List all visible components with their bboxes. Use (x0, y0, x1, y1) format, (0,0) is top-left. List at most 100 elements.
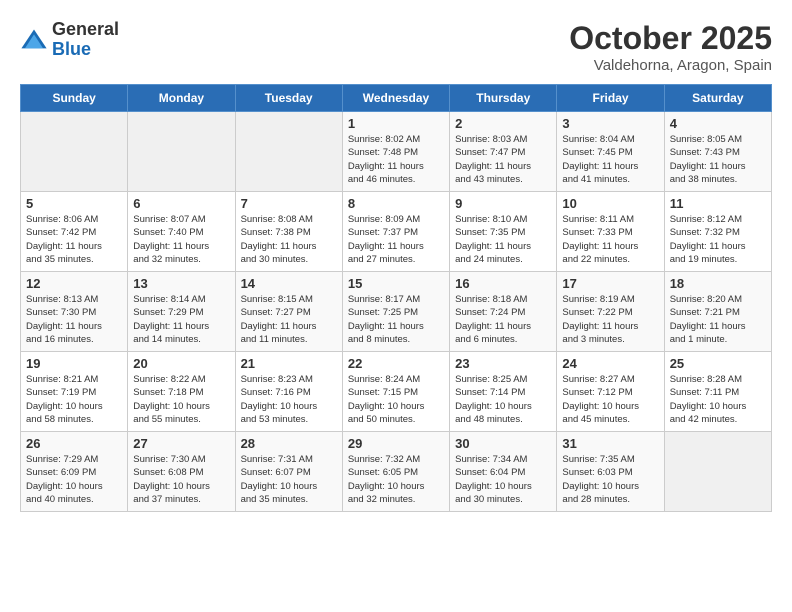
calendar-cell: 12 Sunrise: 8:13 AM Sunset: 7:30 PM Dayli… (21, 272, 128, 352)
day-number: 31 (562, 436, 658, 451)
day-number: 26 (26, 436, 122, 451)
day-info: Sunrise: 8:12 AM Sunset: 7:32 PM Dayligh… (670, 213, 766, 266)
page-header: General Blue October 2025 Valdehorna, Ar… (20, 20, 772, 74)
days-header-row: SundayMondayTuesdayWednesdayThursdayFrid… (21, 85, 772, 112)
calendar-cell: 27 Sunrise: 7:30 AM Sunset: 6:08 PM Dayli… (128, 432, 235, 512)
day-info: Sunrise: 8:20 AM Sunset: 7:21 PM Dayligh… (670, 293, 766, 346)
day-number: 25 (670, 356, 766, 371)
week-row-4: 19Sunrise: 8:21 AM Sunset: 7:19 PM Dayli… (21, 352, 772, 432)
day-info: Sunrise: 8:24 AM Sunset: 7:15 PM Dayligh… (348, 373, 444, 426)
logo-blue: Blue (52, 40, 119, 60)
day-number: 1 (348, 116, 444, 131)
day-number: 24 (562, 356, 658, 371)
calendar-table: SundayMondayTuesdayWednesdayThursdayFrid… (20, 84, 772, 512)
day-info: Sunrise: 7:29 AM Sunset: 6:09 PM Dayligh… (26, 453, 122, 506)
day-number: 11 (670, 196, 766, 211)
calendar-cell: 3 Sunrise: 8:04 AM Sunset: 7:45 PM Daylig… (557, 112, 664, 192)
day-info: Sunrise: 8:28 AM Sunset: 7:11 PM Dayligh… (670, 373, 766, 426)
day-info: Sunrise: 7:30 AM Sunset: 6:08 PM Dayligh… (133, 453, 229, 506)
day-info: Sunrise: 7:32 AM Sunset: 6:05 PM Dayligh… (348, 453, 444, 506)
calendar-cell: 20 Sunrise: 8:22 AM Sunset: 7:18 PM Dayli… (128, 352, 235, 432)
day-info: Sunrise: 8:04 AM Sunset: 7:45 PM Dayligh… (562, 133, 658, 186)
logo-text: General Blue (52, 20, 119, 60)
day-header-wednesday: Wednesday (342, 85, 449, 112)
day-header-saturday: Saturday (664, 85, 771, 112)
day-number: 15 (348, 276, 444, 291)
calendar-cell: 30Sunrise: 7:34 AM Sunset: 6:04 PM Dayli… (450, 432, 557, 512)
day-number: 5 (26, 196, 122, 211)
day-info: Sunrise: 8:15 AM Sunset: 7:27 PM Dayligh… (241, 293, 337, 346)
day-info: Sunrise: 8:13 AM Sunset: 7:30 PM Dayligh… (26, 293, 122, 346)
calendar-cell (664, 432, 771, 512)
day-number: 6 (133, 196, 229, 211)
day-number: 17 (562, 276, 658, 291)
day-number: 9 (455, 196, 551, 211)
calendar-cell (128, 112, 235, 192)
day-number: 12 (26, 276, 122, 291)
day-number: 20 (133, 356, 229, 371)
day-header-tuesday: Tuesday (235, 85, 342, 112)
calendar-cell: 19Sunrise: 8:21 AM Sunset: 7:19 PM Dayli… (21, 352, 128, 432)
day-header-friday: Friday (557, 85, 664, 112)
day-info: Sunrise: 8:25 AM Sunset: 7:14 PM Dayligh… (455, 373, 551, 426)
day-info: Sunrise: 7:35 AM Sunset: 6:03 PM Dayligh… (562, 453, 658, 506)
day-number: 16 (455, 276, 551, 291)
calendar-cell: 11 Sunrise: 8:12 AM Sunset: 7:32 PM Dayli… (664, 192, 771, 272)
day-info: Sunrise: 8:07 AM Sunset: 7:40 PM Dayligh… (133, 213, 229, 266)
day-info: Sunrise: 8:23 AM Sunset: 7:16 PM Dayligh… (241, 373, 337, 426)
calendar-cell: 28 Sunrise: 7:31 AM Sunset: 6:07 PM Dayli… (235, 432, 342, 512)
calendar-cell (235, 112, 342, 192)
day-number: 19 (26, 356, 122, 371)
day-number: 7 (241, 196, 337, 211)
day-header-monday: Monday (128, 85, 235, 112)
calendar-cell: 31 Sunrise: 7:35 AM Sunset: 6:03 PM Dayli… (557, 432, 664, 512)
day-info: Sunrise: 8:06 AM Sunset: 7:42 PM Dayligh… (26, 213, 122, 266)
calendar-cell: 8Sunrise: 8:09 AM Sunset: 7:37 PM Daylig… (342, 192, 449, 272)
calendar-cell: 7 Sunrise: 8:08 AM Sunset: 7:38 PM Daylig… (235, 192, 342, 272)
calendar-cell: 9 Sunrise: 8:10 AM Sunset: 7:35 PM Daylig… (450, 192, 557, 272)
calendar-cell: 5 Sunrise: 8:06 AM Sunset: 7:42 PM Daylig… (21, 192, 128, 272)
calendar-cell: 14 Sunrise: 8:15 AM Sunset: 7:27 PM Dayli… (235, 272, 342, 352)
week-row-5: 26 Sunrise: 7:29 AM Sunset: 6:09 PM Dayli… (21, 432, 772, 512)
calendar-cell: 26 Sunrise: 7:29 AM Sunset: 6:09 PM Dayli… (21, 432, 128, 512)
day-header-sunday: Sunday (21, 85, 128, 112)
day-number: 21 (241, 356, 337, 371)
day-number: 28 (241, 436, 337, 451)
calendar-cell: 25 Sunrise: 8:28 AM Sunset: 7:11 PM Dayli… (664, 352, 771, 432)
calendar-cell: 13Sunrise: 8:14 AM Sunset: 7:29 PM Dayli… (128, 272, 235, 352)
calendar-cell: 16Sunrise: 8:18 AM Sunset: 7:24 PM Dayli… (450, 272, 557, 352)
day-info: Sunrise: 8:17 AM Sunset: 7:25 PM Dayligh… (348, 293, 444, 346)
week-row-3: 12 Sunrise: 8:13 AM Sunset: 7:30 PM Dayli… (21, 272, 772, 352)
calendar-cell: 1Sunrise: 8:02 AM Sunset: 7:48 PM Daylig… (342, 112, 449, 192)
calendar-cell: 29 Sunrise: 7:32 AM Sunset: 6:05 PM Dayli… (342, 432, 449, 512)
day-info: Sunrise: 8:10 AM Sunset: 7:35 PM Dayligh… (455, 213, 551, 266)
day-number: 2 (455, 116, 551, 131)
calendar-cell: 2Sunrise: 8:03 AM Sunset: 7:47 PM Daylig… (450, 112, 557, 192)
day-info: Sunrise: 8:19 AM Sunset: 7:22 PM Dayligh… (562, 293, 658, 346)
day-number: 18 (670, 276, 766, 291)
day-number: 8 (348, 196, 444, 211)
day-info: Sunrise: 8:27 AM Sunset: 7:12 PM Dayligh… (562, 373, 658, 426)
day-info: Sunrise: 7:34 AM Sunset: 6:04 PM Dayligh… (455, 453, 551, 506)
logo-icon (20, 26, 48, 54)
day-number: 23 (455, 356, 551, 371)
calendar-cell: 17 Sunrise: 8:19 AM Sunset: 7:22 PM Dayli… (557, 272, 664, 352)
calendar-cell: 10Sunrise: 8:11 AM Sunset: 7:33 PM Dayli… (557, 192, 664, 272)
day-number: 29 (348, 436, 444, 451)
month-title: October 2025 (569, 20, 772, 57)
calendar-cell: 23 Sunrise: 8:25 AM Sunset: 7:14 PM Dayli… (450, 352, 557, 432)
day-number: 13 (133, 276, 229, 291)
calendar-cell (21, 112, 128, 192)
day-number: 3 (562, 116, 658, 131)
calendar-cell: 6 Sunrise: 8:07 AM Sunset: 7:40 PM Daylig… (128, 192, 235, 272)
day-number: 14 (241, 276, 337, 291)
title-block: October 2025 Valdehorna, Aragon, Spain (569, 20, 772, 74)
day-info: Sunrise: 8:08 AM Sunset: 7:38 PM Dayligh… (241, 213, 337, 266)
calendar-cell: 15 Sunrise: 8:17 AM Sunset: 7:25 PM Dayli… (342, 272, 449, 352)
location: Valdehorna, Aragon, Spain (569, 57, 772, 74)
day-info: Sunrise: 7:31 AM Sunset: 6:07 PM Dayligh… (241, 453, 337, 506)
day-number: 27 (133, 436, 229, 451)
day-info: Sunrise: 8:05 AM Sunset: 7:43 PM Dayligh… (670, 133, 766, 186)
day-info: Sunrise: 8:22 AM Sunset: 7:18 PM Dayligh… (133, 373, 229, 426)
day-info: Sunrise: 8:11 AM Sunset: 7:33 PM Dayligh… (562, 213, 658, 266)
